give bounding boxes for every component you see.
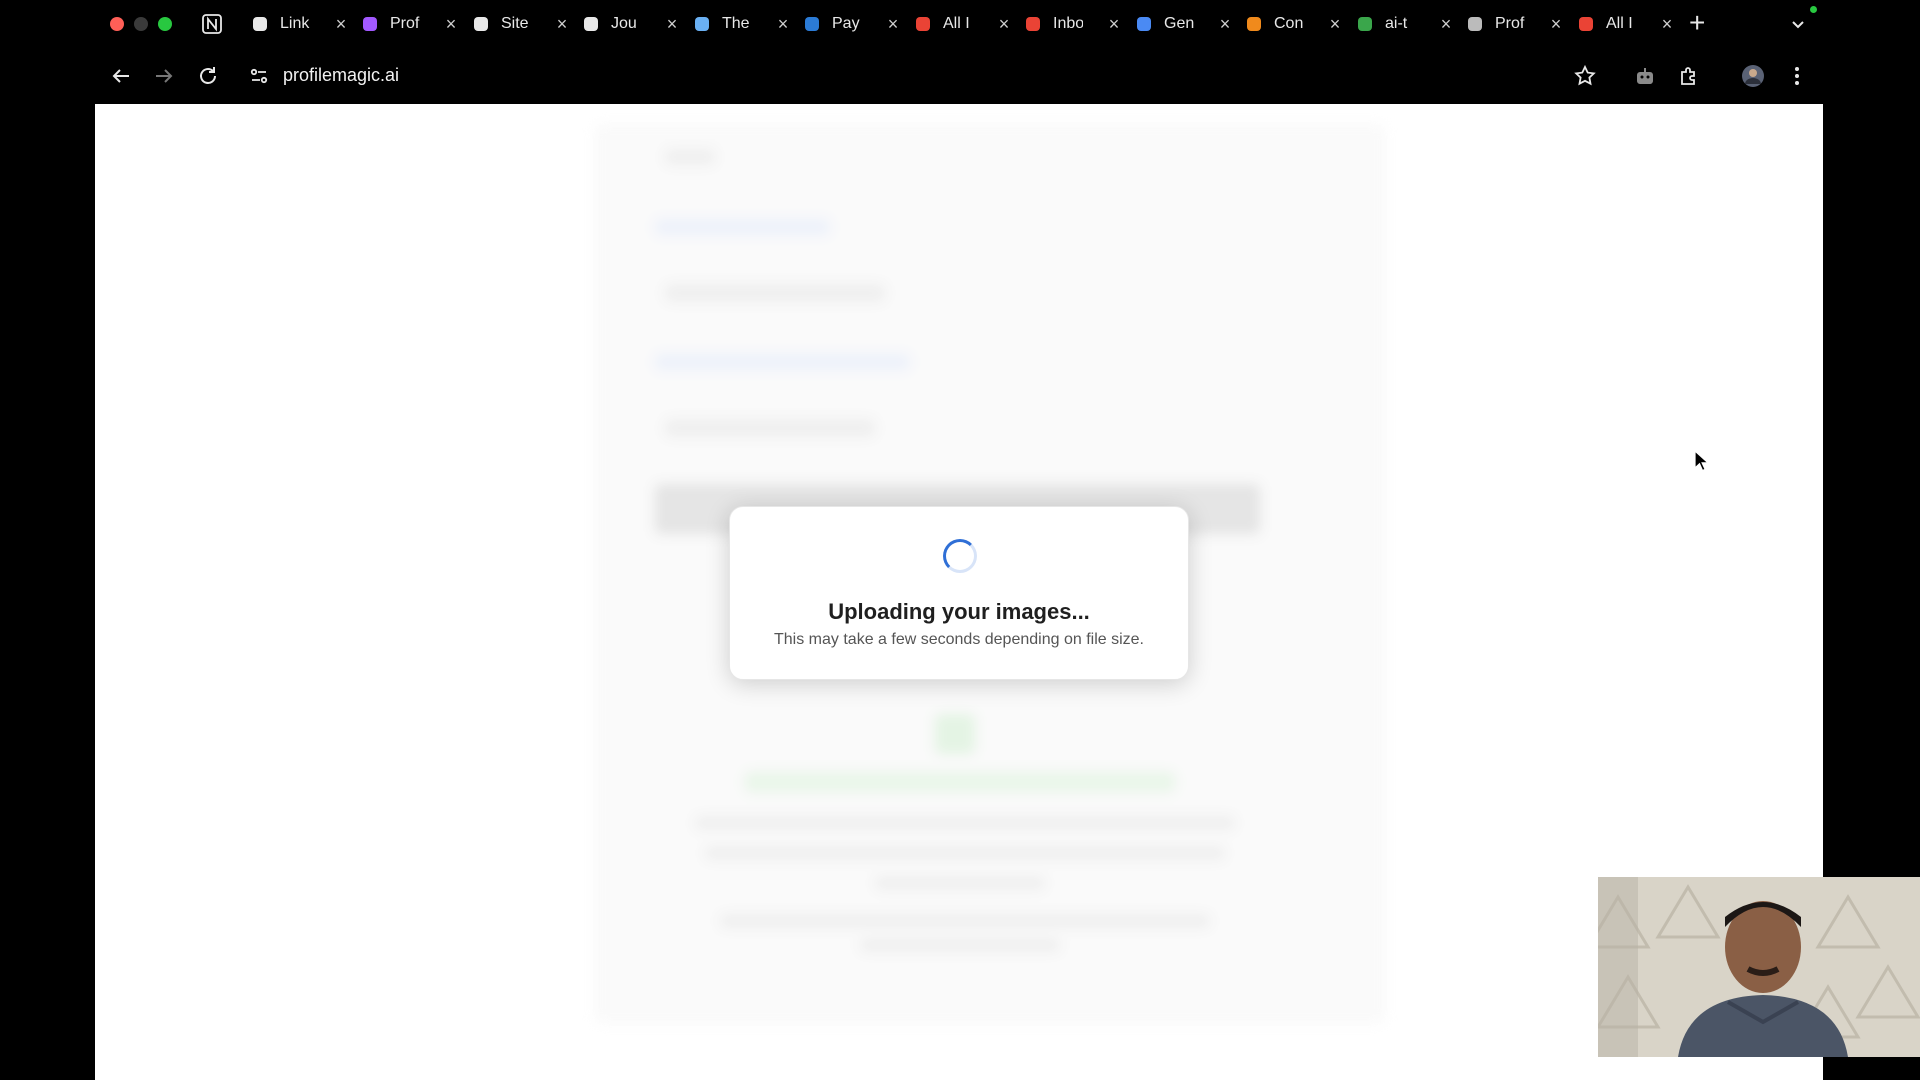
aperture-icon <box>692 14 712 34</box>
close-tab-icon[interactable]: × <box>774 14 792 35</box>
tab-title: Prof <box>390 15 420 32</box>
close-tab-icon[interactable]: × <box>995 14 1013 35</box>
tab-title: Link <box>280 15 310 32</box>
status-dot <box>1810 6 1817 13</box>
webcam-overlay <box>1598 877 1920 1057</box>
hexagon-icon <box>1244 14 1264 34</box>
dialog-title: Uploading your images... <box>828 599 1090 624</box>
close-tab-icon[interactable]: × <box>1326 14 1344 35</box>
close-tab-icon[interactable]: × <box>332 14 350 35</box>
tab-title: Prof <box>1495 15 1525 32</box>
tab-title: The <box>722 15 750 32</box>
browser-tab[interactable]: Prof × <box>1465 11 1565 37</box>
browser-tab[interactable]: All I × <box>913 11 1013 37</box>
close-tab-icon[interactable]: × <box>1658 14 1676 35</box>
robot-extension-icon[interactable] <box>1633 64 1657 88</box>
page-viewport: Uploading your images... This may take a… <box>95 104 1823 1080</box>
new-tab-button[interactable]: + <box>1689 8 1705 38</box>
gmail-icon <box>1576 14 1596 34</box>
close-tab-icon[interactable]: × <box>1105 14 1123 35</box>
address-bar-url[interactable]: profilemagic.ai <box>283 65 399 86</box>
notion-icon <box>202 14 222 34</box>
loading-spinner-icon <box>943 539 977 573</box>
close-tab-icon[interactable]: × <box>1547 14 1565 35</box>
mouse-cursor-icon <box>1694 450 1708 472</box>
tab-title: ai-t <box>1385 15 1408 32</box>
browser-tab[interactable]: Jou × <box>581 11 681 37</box>
browser-tab[interactable]: Con × <box>1244 11 1344 37</box>
browser-tab[interactable]: Gen × <box>1134 11 1234 37</box>
back-arrow-icon[interactable] <box>109 64 133 88</box>
dialog-subtitle: This may take a few seconds depending on… <box>774 631 1144 648</box>
paypal-icon <box>802 14 822 34</box>
browser-tab[interactable]: The × <box>692 11 792 37</box>
tab-search-chevron-icon[interactable] <box>1788 14 1808 34</box>
tab-strip: Link × Prof × Site × Jou × The × Pay × All I × Inbo × Ge… <box>0 0 1920 48</box>
tab-title: Gen <box>1164 15 1194 32</box>
browser-tab[interactable]: Site × <box>471 11 571 37</box>
gmail-icon <box>1023 14 1043 34</box>
gmail-icon <box>913 14 933 34</box>
forward-arrow-icon[interactable] <box>152 64 176 88</box>
gemini-icon <box>1134 14 1154 34</box>
openai-icon <box>250 14 270 34</box>
close-tab-icon[interactable]: × <box>442 14 460 35</box>
bookmark-star-icon[interactable] <box>1573 64 1597 88</box>
tab-title: Jou <box>611 15 637 32</box>
profile-avatar-icon[interactable] <box>1741 64 1765 88</box>
close-tab-icon[interactable]: × <box>553 14 571 35</box>
browser-tab[interactable]: Prof × <box>360 11 460 37</box>
chatbot-icon <box>1355 14 1375 34</box>
browser-tab[interactable]: All I × <box>1576 11 1676 37</box>
reload-icon[interactable] <box>196 64 220 88</box>
maximize-window-button[interactable] <box>158 17 172 31</box>
photo-icon <box>1465 14 1485 34</box>
close-tab-icon[interactable]: × <box>1437 14 1455 35</box>
webcam-person-image <box>1598 877 1920 1057</box>
vite-logo-icon <box>360 14 380 34</box>
pinned-notion-tab[interactable] <box>201 13 223 35</box>
tab-title: Con <box>1274 15 1304 32</box>
site-info-icon[interactable] <box>247 64 271 88</box>
notion-icon <box>471 14 491 34</box>
browser-tab[interactable]: Link × <box>250 11 350 37</box>
close-tab-icon[interactable]: × <box>1216 14 1234 35</box>
tab-title: Inbo <box>1053 15 1083 32</box>
browser-tab[interactable]: ai-t × <box>1355 11 1455 37</box>
minimize-window-button[interactable] <box>134 17 148 31</box>
notion-icon <box>581 14 601 34</box>
browser-tab[interactable]: Pay × <box>802 11 902 37</box>
extensions-puzzle-icon[interactable] <box>1677 64 1701 88</box>
close-tab-icon[interactable]: × <box>884 14 902 35</box>
tab-title: All I <box>1606 15 1633 32</box>
upload-progress-dialog: Uploading your images... This may take a… <box>729 506 1189 680</box>
tab-title: All I <box>943 15 970 32</box>
close-window-button[interactable] <box>110 17 124 31</box>
browser-tab[interactable]: Inbo × <box>1023 11 1123 37</box>
tab-title: Pay <box>832 15 860 32</box>
tab-title: Site <box>501 15 529 32</box>
menu-kebab-icon[interactable] <box>1785 64 1809 88</box>
close-tab-icon[interactable]: × <box>663 14 681 35</box>
